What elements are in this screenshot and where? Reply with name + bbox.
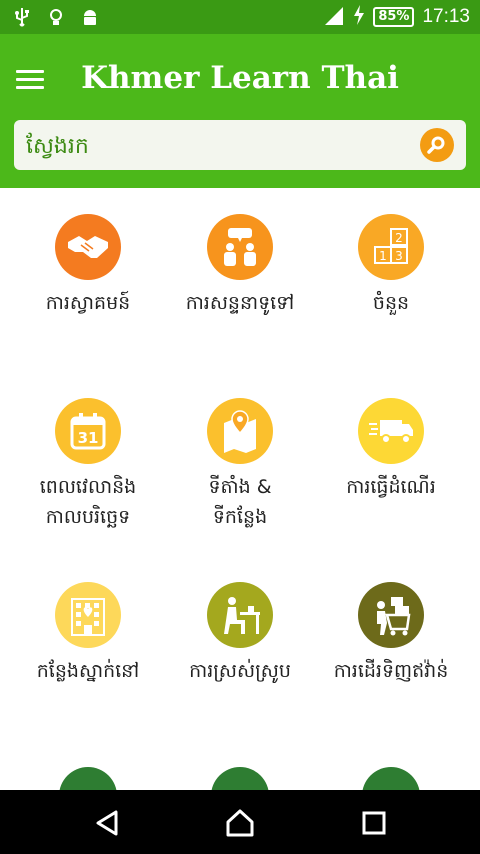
category-icon-partial[interactable] <box>211 767 269 790</box>
category-label: ពេលវេលានិង កាលបរិច្ឆេទ <box>39 476 137 528</box>
signal-icon <box>323 5 345 29</box>
category-location[interactable]: ទីតាំង & ទីកន្លែង <box>160 398 320 532</box>
app-title: Khmer Learn Thai <box>81 60 399 96</box>
category-dining[interactable]: ការស្រស់ស្រូប <box>160 582 320 686</box>
category-label: ការស្វាគមន៍ <box>45 292 131 314</box>
charging-icon <box>353 5 365 29</box>
calendar-icon: 31 <box>55 398 121 464</box>
search-button[interactable] <box>420 128 454 162</box>
category-conversation[interactable]: ការសន្ទនាទូទៅ <box>160 214 320 318</box>
category-label: កន្លែងស្នាក់នៅ <box>36 660 140 682</box>
category-travel[interactable]: ការធ្វើដំណើរ <box>311 398 471 502</box>
category-label: ការស្រស់ស្រូប <box>189 660 291 682</box>
clock: 17:13 <box>422 6 470 27</box>
home-icon[interactable] <box>225 808 255 838</box>
category-numbers[interactable]: 213 ចំនួន <box>311 214 471 318</box>
shopping-icon <box>358 582 424 648</box>
category-label: ការដើរទិញឥវ៉ាន់ <box>333 660 449 682</box>
category-icon-partial[interactable] <box>362 767 420 790</box>
category-icon-partial[interactable] <box>59 767 117 790</box>
category-accommodation[interactable]: កន្លែងស្នាក់នៅ <box>8 582 168 686</box>
truck-icon <box>358 398 424 464</box>
dining-icon <box>207 582 273 648</box>
recents-icon[interactable] <box>359 808 389 838</box>
search-input[interactable] <box>24 131 408 161</box>
system-nav-bar <box>0 790 480 854</box>
category-label: ការធ្វើដំណើរ <box>346 476 436 498</box>
svg-text:1: 1 <box>379 249 387 263</box>
search-bar <box>14 120 466 170</box>
category-label: ទីតាំង & ទីកន្លែង <box>208 476 272 528</box>
category-grid: ការស្វាគមន៍ ការសន្ទនាទូទៅ 213 ចំនួន 31 ព… <box>0 200 480 790</box>
bulb-icon <box>46 6 66 28</box>
back-icon[interactable] <box>93 808 123 838</box>
handshake-icon <box>55 214 121 280</box>
search-icon <box>427 136 445 154</box>
category-label: ការសន្ទនាទូទៅ <box>185 292 295 314</box>
svg-text:31: 31 <box>78 429 99 447</box>
category-greeting[interactable]: ការស្វាគមន៍ <box>8 214 168 318</box>
usb-icon <box>12 6 32 28</box>
status-bar: 85% 17:13 <box>0 0 480 34</box>
map-pin-icon <box>207 398 273 464</box>
category-time-date[interactable]: 31 ពេលវេលានិង កាលបរិច្ឆេទ <box>8 398 168 532</box>
android-icon <box>80 6 100 28</box>
number-blocks-icon: 213 <box>358 214 424 280</box>
hotel-icon <box>55 582 121 648</box>
app-bar: Khmer Learn Thai <box>0 34 480 188</box>
category-label: ចំនួន <box>372 292 410 314</box>
category-shopping[interactable]: ការដើរទិញឥវ៉ាន់ <box>311 582 471 686</box>
battery-level: 85% <box>373 7 415 27</box>
svg-text:2: 2 <box>395 231 403 245</box>
conversation-icon <box>207 214 273 280</box>
svg-text:3: 3 <box>395 249 403 263</box>
